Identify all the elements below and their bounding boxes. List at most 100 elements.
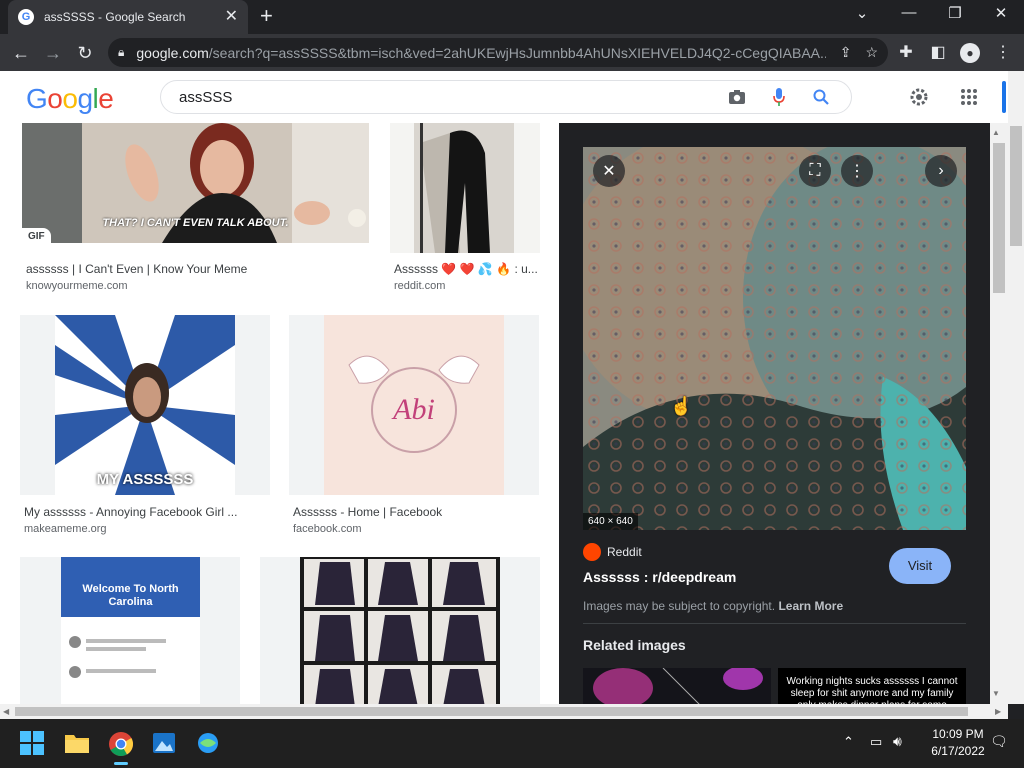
file-explorer-icon[interactable] <box>64 731 90 757</box>
scroll-up-arrow-icon[interactable]: ▲ <box>992 128 1000 137</box>
next-image-icon[interactable]: › <box>925 155 957 187</box>
preview-image[interactable]: ✕ ⛶ ⋮ › 640 × 640 <box>583 147 966 530</box>
settings-gear-icon[interactable] <box>907 85 931 109</box>
result-card[interactable]: Abi Assssss - Home | Facebook facebook.c… <box>289 315 539 535</box>
thumbnail-caption: Welcome To North Carolina <box>82 583 179 608</box>
page-scrollbar[interactable] <box>1008 71 1024 704</box>
visit-button[interactable]: Visit <box>889 548 951 584</box>
result-card[interactable] <box>260 557 540 704</box>
logo-letter: G <box>26 83 48 114</box>
active-app-indicator <box>114 762 128 765</box>
voice-search-icon[interactable] <box>767 85 791 109</box>
result-domain[interactable]: reddit.com <box>394 280 445 292</box>
result-card[interactable]: THAT? I CAN'T EVEN TALK ABOUT. GIF assss… <box>22 123 369 293</box>
share-icon[interactable]: ⇪ <box>840 44 852 61</box>
source-info[interactable]: Reddit <box>583 543 642 561</box>
back-button[interactable]: ← <box>8 40 34 66</box>
result-card[interactable]: MY ASSSSSS My assssss - Annoying Faceboo… <box>20 315 270 535</box>
copyright-notice: Images may be subject to copyright. Lear… <box>583 599 843 613</box>
side-panel-icon[interactable]: ◧ <box>925 40 951 66</box>
minimize-button[interactable]: — <box>897 4 921 21</box>
result-domain[interactable]: facebook.com <box>293 523 361 535</box>
url-host: google.com <box>136 44 209 61</box>
profile-avatar-icon[interactable]: ● <box>960 43 980 63</box>
panel-scrollbar[interactable]: ▲ ▼ <box>990 123 1008 704</box>
source-name: Reddit <box>607 545 642 559</box>
browser-tab[interactable]: G assSSSS - Google Search ✕ <box>8 0 248 34</box>
preview-title[interactable]: Assssss : r/deepdream <box>583 569 736 585</box>
tab-search-icon[interactable]: ⌄ <box>850 4 874 22</box>
result-card[interactable]: Welcome To North Carolina <box>20 557 240 704</box>
notifications-icon[interactable]: 🗨︎ <box>990 733 1008 750</box>
chrome-taskbar-icon[interactable] <box>108 731 134 765</box>
show-hidden-icons-icon[interactable]: ⌃ <box>843 734 854 750</box>
related-image-thumbnail[interactable]: Working nights sucks assssss I cannot sl… <box>778 668 966 704</box>
hand-cursor-icon: ☝ <box>670 396 693 416</box>
restore-button[interactable]: ❐ <box>943 4 967 22</box>
clock-date: 6/17/2022 <box>931 744 985 758</box>
thumbnail-caption: THAT? I CAN'T EVEN TALK ABOUT. <box>102 217 289 229</box>
logo-letter: e <box>98 83 114 114</box>
reddit-logo-icon <box>583 543 601 561</box>
close-tab-icon[interactable]: ✕ <box>225 9 238 25</box>
forward-button[interactable]: → <box>40 40 66 66</box>
search-icon[interactable] <box>809 85 833 109</box>
scroll-left-arrow-icon[interactable]: ◀ <box>3 707 9 716</box>
start-windows-icon[interactable] <box>20 731 46 757</box>
new-tab-button[interactable]: + <box>260 5 273 27</box>
result-thumbnail[interactable]: Welcome To North Carolina <box>20 557 240 704</box>
camera-search-icon[interactable] <box>725 85 749 109</box>
close-window-button[interactable]: ✕ <box>989 4 1013 22</box>
result-title[interactable]: assssss | I Can't Even | Know Your Meme <box>26 262 366 276</box>
chrome-menu-icon[interactable]: ⋮ <box>990 40 1016 66</box>
divider <box>583 623 966 624</box>
volume-icon[interactable]: 🔊︎ <box>893 733 902 750</box>
scroll-right-arrow-icon[interactable]: ▶ <box>995 707 1001 716</box>
scrollbar-thumb[interactable] <box>993 143 1005 293</box>
search-box <box>160 80 852 114</box>
result-domain[interactable]: makeameme.org <box>24 523 107 535</box>
result-thumbnail[interactable]: Abi <box>289 315 539 495</box>
horizontal-scrollbar[interactable]: ◀ ▶ <box>0 704 1008 719</box>
photos-app-icon[interactable] <box>152 731 178 757</box>
app-taskbar-icon[interactable] <box>196 731 222 757</box>
google-apps-icon[interactable] <box>957 85 981 109</box>
thumbnail-caption: MY ASSSSSS <box>96 471 194 488</box>
url-path: /search?q=assSSSS&tbm=isch&ved=2ahUKEwjH… <box>208 44 826 61</box>
result-thumbnail[interactable]: MY ASSSSSS <box>20 315 270 495</box>
url-text: google.com/search?q=assSSSS&tbm=isch&ved… <box>136 45 825 61</box>
reload-button[interactable]: ↻ <box>72 40 98 66</box>
lock-icon: 🔒︎ <box>118 45 125 59</box>
logo-letter: g <box>77 83 93 114</box>
image-dimensions: 640 × 640 <box>583 513 638 530</box>
logo-letter: o <box>62 83 78 114</box>
tab-title: assSSSS - Google Search <box>44 10 186 24</box>
result-thumbnail[interactable]: THAT? I CAN'T EVEN TALK ABOUT. GIF <box>22 123 369 243</box>
extensions-icon[interactable]: ✚ <box>893 40 919 66</box>
image-preview-panel: ✕ ⛶ ⋮ › 640 × 640 Reddit Assssss : r/dee… <box>559 123 990 704</box>
horizontal-scrollbar-thumb[interactable] <box>15 707 968 716</box>
page-scrollbar-thumb[interactable] <box>1010 126 1022 246</box>
browser-toolbar: ← → ↻ 🔒︎ google.com/search?q=assSSSS&tbm… <box>0 34 1024 71</box>
result-title[interactable]: Assssss - Home | Facebook <box>293 505 539 519</box>
result-card[interactable]: Assssss ❤️ ❤️ 💦 🔥 : u... reddit.com <box>390 123 540 293</box>
address-bar[interactable]: 🔒︎ google.com/search?q=assSSSS&tbm=isch&… <box>108 38 888 67</box>
learn-more-link[interactable]: Learn More <box>778 599 843 613</box>
bookmark-star-icon[interactable]: ☆ <box>865 44 878 61</box>
clock[interactable]: 10:09 PM 6/17/2022 <box>930 727 986 758</box>
google-logo[interactable]: Google <box>26 83 114 115</box>
result-thumbnail[interactable] <box>260 557 540 704</box>
result-title[interactable]: Assssss ❤️ ❤️ 💦 🔥 : u... <box>394 262 540 276</box>
scroll-down-arrow-icon[interactable]: ▼ <box>992 689 1000 698</box>
result-title[interactable]: My assssss - Annoying Facebook Girl ... <box>24 505 270 519</box>
more-options-icon[interactable]: ⋮ <box>841 155 873 187</box>
related-image-thumbnail[interactable] <box>583 668 771 704</box>
result-thumbnail[interactable] <box>390 123 540 253</box>
close-preview-icon[interactable]: ✕ <box>593 155 625 187</box>
network-icon[interactable]: ▭ <box>870 734 882 750</box>
clock-time: 10:09 PM <box>932 727 984 741</box>
lens-search-icon[interactable]: ⛶ <box>799 155 831 187</box>
search-input[interactable] <box>179 88 707 106</box>
google-favicon-icon: G <box>18 9 34 25</box>
result-domain[interactable]: knowyourmeme.com <box>26 280 127 292</box>
